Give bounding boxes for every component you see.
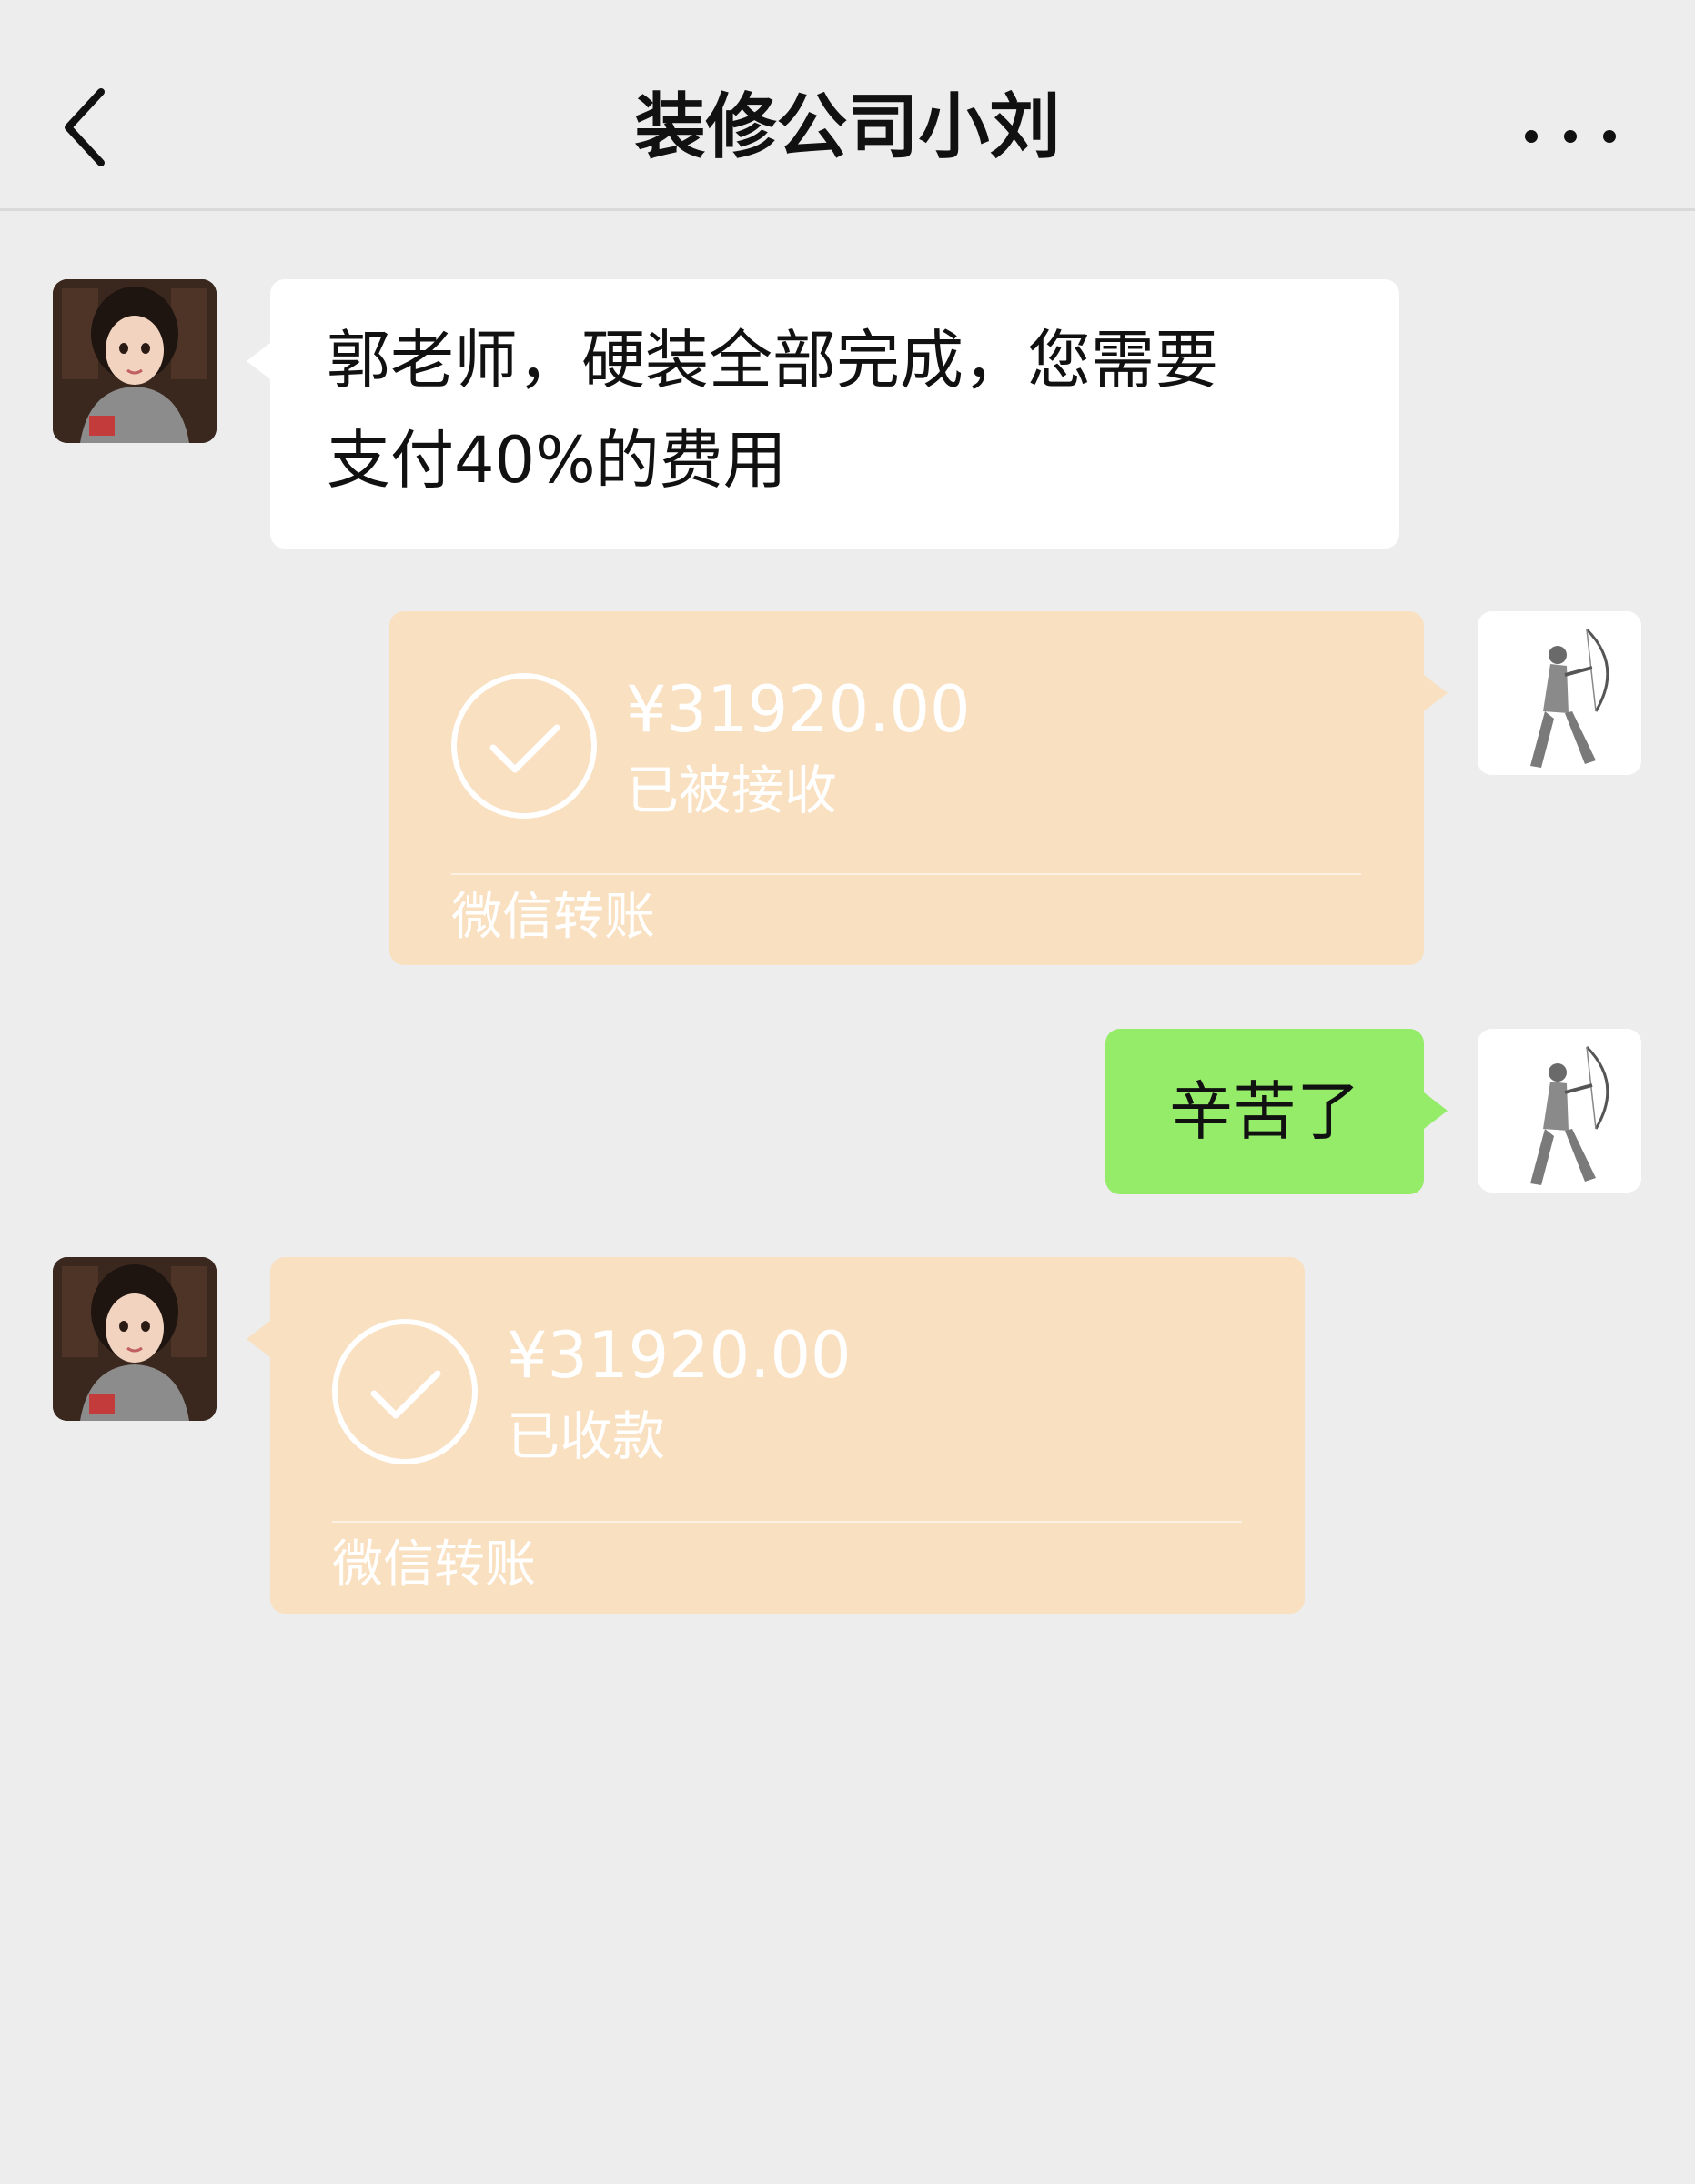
transfer-bubble[interactable]: ¥31920.00 已收款 微信转账 [247,1257,1305,1614]
divider [451,873,1361,875]
incoming-message-bubble[interactable]: 郭老师，硬装全部完成，您需要 支付40%的费用 [247,279,1399,549]
divider [332,1521,1242,1523]
transfer-amount: ¥31920.00 [507,1318,852,1393]
more-button[interactable] [1525,109,1616,164]
check-circle-icon [332,1319,478,1464]
check-circle-icon [451,673,597,819]
message-text: 支付40%的费用 [327,423,787,498]
transfer-status: 已收款 [507,1405,666,1467]
message-text: 辛苦了 [1169,1074,1360,1149]
transfer-label: 微信转账 [332,1535,536,1595]
contact-avatar[interactable] [53,279,217,443]
outgoing-message-bubble[interactable]: 辛苦了 [1105,1029,1448,1194]
transfer-amount: ¥31920.00 [626,672,971,747]
chat-title: 装修公司小刘 [634,86,1061,168]
transfer-status: 已被接收 [626,760,838,821]
chat-header: 装修公司小刘 [0,0,1695,211]
user-avatar[interactable] [1478,1029,1641,1193]
message-text: 郭老师，硬装全部完成，您需要 [327,323,1218,398]
transfer-label: 微信转账 [451,888,655,947]
contact-avatar[interactable] [53,1257,217,1421]
user-avatar[interactable] [1478,611,1641,775]
transfer-bubble[interactable]: ¥31920.00 已被接收 微信转账 [389,611,1448,965]
more-dots-icon [1525,130,1538,143]
